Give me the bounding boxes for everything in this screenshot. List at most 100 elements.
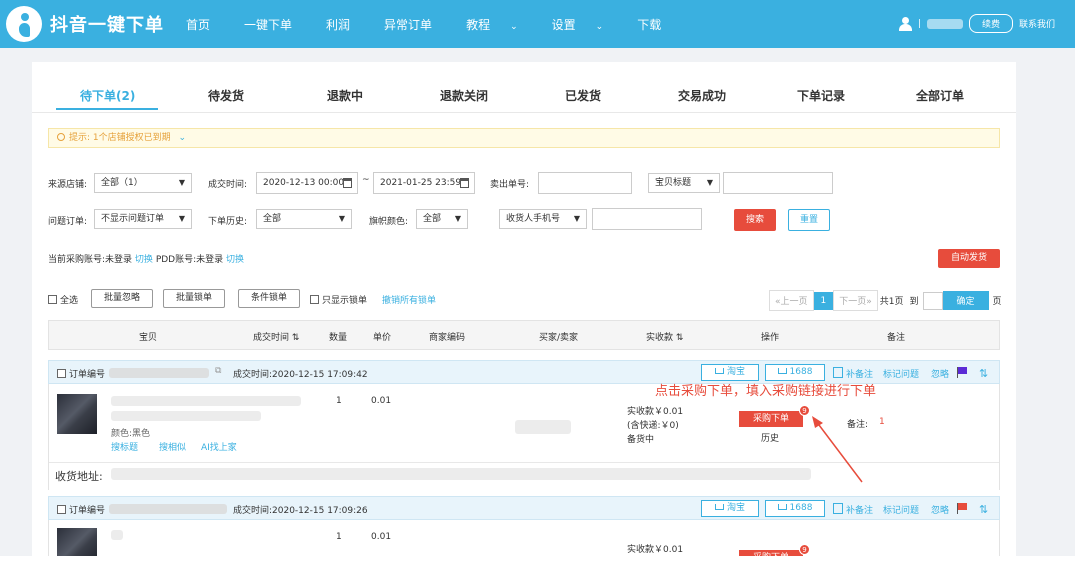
mark-issue-link[interactable]: 标记问题 [883, 503, 919, 516]
nav-settings[interactable]: 设置 ⌄ [552, 16, 621, 33]
order-deal-time: 成交时间:2020-12-15 17:09:42 [233, 370, 368, 380]
renew-button[interactable]: 续费 [968, 14, 1013, 33]
active-tab-indicator [56, 108, 158, 110]
main-nav: 首页 一键下单 利润 异常订单 教程 ⌄ 设置 ⌄ 下载 [186, 16, 695, 33]
mark-issue-link[interactable]: 标记问题 [883, 367, 919, 380]
pagination: «上一页 1 下一页» 共1页 到 确定 页 [769, 290, 1002, 311]
order-deal-time: 成交时间:2020-12-15 17:09:26 [233, 506, 368, 516]
order-number-blurred [109, 504, 227, 514]
purchase-order-button[interactable]: 采购下单 [739, 411, 803, 427]
product-thumbnail[interactable] [57, 394, 97, 434]
bulk-ignore-button[interactable]: 批量忽略 [91, 289, 153, 308]
ai-find-supplier-link[interactable]: AI找上家 [201, 440, 237, 453]
col-price: 单价 [373, 333, 392, 343]
tip-bar[interactable]: 提示: 1个店铺授权已到期 ⌄ [48, 128, 1000, 148]
checkbox-icon [57, 505, 66, 514]
cart-icon [714, 504, 724, 510]
prev-page-button[interactable]: «上一页 [769, 290, 814, 311]
search-button[interactable]: 搜索 [734, 209, 776, 231]
tip-prefix: 提示: [69, 133, 91, 143]
received-amount: 实收款￥0.01 [627, 407, 684, 417]
order-price: 0.01 [371, 396, 392, 406]
1688-button[interactable]: 1688 [765, 500, 825, 517]
shop-select[interactable]: 全部（1） ▼ [94, 173, 192, 193]
flag-icon[interactable] [957, 503, 967, 514]
variant-text: 颜色:黑色 [111, 429, 151, 439]
tab-shipped[interactable]: 已发货 [565, 87, 601, 104]
nav-abnormal-orders[interactable]: 异常订单 [384, 16, 449, 33]
tab-trade-success[interactable]: 交易成功 [678, 87, 726, 104]
time-start-input[interactable]: 2020-12-13 00:00 [256, 172, 358, 194]
search-similar-link[interactable]: 搜相似 [159, 440, 186, 453]
page-1-button[interactable]: 1 [813, 291, 834, 310]
tab-pending-order[interactable]: 待下单(2) [80, 87, 135, 104]
nav-download[interactable]: 下载 [637, 16, 678, 33]
caret-down-icon: ▼ [338, 214, 345, 223]
chevron-down-icon[interactable]: ⌄ [179, 133, 187, 143]
history-select[interactable]: 全部 ▼ [256, 209, 352, 229]
title-input[interactable] [723, 172, 833, 194]
tab-pending-ship[interactable]: 待发货 [208, 87, 244, 104]
table-header: 宝贝 成交时间 ⇅ 数量 单价 商家编码 买家/卖家 实收款 ⇅ 操作 备注 [48, 320, 1000, 350]
nav-profit[interactable]: 利润 [326, 16, 367, 33]
supplement-note-link[interactable]: 补备注 [846, 503, 873, 516]
conditional-lock-button[interactable]: 条件锁单 [238, 289, 300, 308]
next-page-button[interactable]: 下一页» [833, 290, 878, 311]
lightbulb-icon [57, 133, 65, 141]
switch-pdd-account-link[interactable]: 切换 [226, 255, 244, 265]
col-received[interactable]: 实收款 ⇅ [646, 330, 683, 343]
nav-one-click-order[interactable]: 一键下单 [244, 16, 309, 33]
product-title-blurred [111, 396, 301, 406]
goto-page-input[interactable] [922, 291, 943, 310]
history-link[interactable]: 历史 [761, 431, 779, 444]
order-body: 颜色:黑色 搜标题 搜相似 AI找上家 1 0.01 实收款￥0.01 (含快递… [48, 384, 1000, 490]
nav-home[interactable]: 首页 [186, 16, 227, 33]
user-icon[interactable] [898, 16, 912, 31]
taobao-button[interactable]: 淘宝 [701, 364, 759, 381]
tab-refunding[interactable]: 退款中 [327, 87, 363, 104]
1688-button[interactable]: 1688 [765, 364, 825, 381]
caret-down-icon: ▼ [454, 214, 461, 223]
cart-icon [777, 504, 787, 510]
goto-confirm-button[interactable]: 确定 [942, 291, 989, 310]
flag-color-select[interactable]: 全部 ▼ [416, 209, 468, 229]
title-type-select[interactable]: 宝贝标题 ▼ [648, 173, 720, 193]
order-checkbox[interactable]: 订单编号 [57, 367, 105, 380]
received-amount: 实收款￥0.01 [627, 545, 684, 555]
ignore-link[interactable]: 忽略 [931, 503, 949, 516]
brand-title: 抖音一键下单 [50, 15, 164, 36]
col-deal-time[interactable]: 成交时间 ⇅ [253, 330, 299, 343]
tab-order-records[interactable]: 下单记录 [797, 87, 845, 104]
cart-icon [714, 368, 724, 374]
phone-input[interactable] [592, 208, 702, 230]
tab-all-orders[interactable]: 全部订单 [916, 87, 964, 104]
col-merchant-code: 商家编码 [429, 333, 466, 343]
unlock-all-link[interactable]: 撤销所有锁单 [382, 293, 436, 306]
switch-purchase-account-link[interactable]: 切换 [135, 255, 153, 265]
select-all-checkbox[interactable]: 全选 [48, 293, 78, 306]
sell-no-input[interactable] [538, 172, 632, 194]
purchase-badge: 9 [799, 405, 810, 416]
contact-us-link[interactable]: 联系我们 [1019, 17, 1055, 30]
reset-button[interactable]: 重置 [788, 209, 830, 231]
taobao-button[interactable]: 淘宝 [701, 500, 759, 517]
order-checkbox[interactable]: 订单编号 [57, 503, 105, 516]
time-end-input[interactable]: 2021-01-25 23:59 [373, 172, 475, 194]
only-locked-checkbox[interactable]: 只显示锁单 [310, 293, 367, 306]
sync-icon[interactable]: ⇅ [979, 503, 988, 516]
account-status: 当前采购账号:未登录 切换 PDD账号:未登录 切换 [48, 255, 245, 265]
flag-icon[interactable] [957, 367, 967, 378]
issue-select[interactable]: 不显示问题订单 ▼ [94, 209, 192, 229]
sync-icon[interactable]: ⇅ [979, 367, 988, 380]
nav-tutorial[interactable]: 教程 ⌄ [466, 16, 535, 33]
auto-ship-button[interactable]: 自动发货 [938, 249, 1000, 268]
search-title-link[interactable]: 搜标题 [111, 440, 138, 453]
ignore-link[interactable]: 忽略 [931, 367, 949, 380]
tip-text: 1个店铺授权已到期 [92, 133, 171, 143]
tab-refund-closed[interactable]: 退款关闭 [440, 87, 488, 104]
copy-icon[interactable]: ⧉ [215, 366, 221, 376]
divider [32, 112, 1016, 113]
bulk-lock-button[interactable]: 批量锁单 [163, 289, 225, 308]
phone-type-select[interactable]: 收货人手机号 ▼ [499, 209, 587, 229]
supplement-note-link[interactable]: 补备注 [846, 367, 873, 380]
